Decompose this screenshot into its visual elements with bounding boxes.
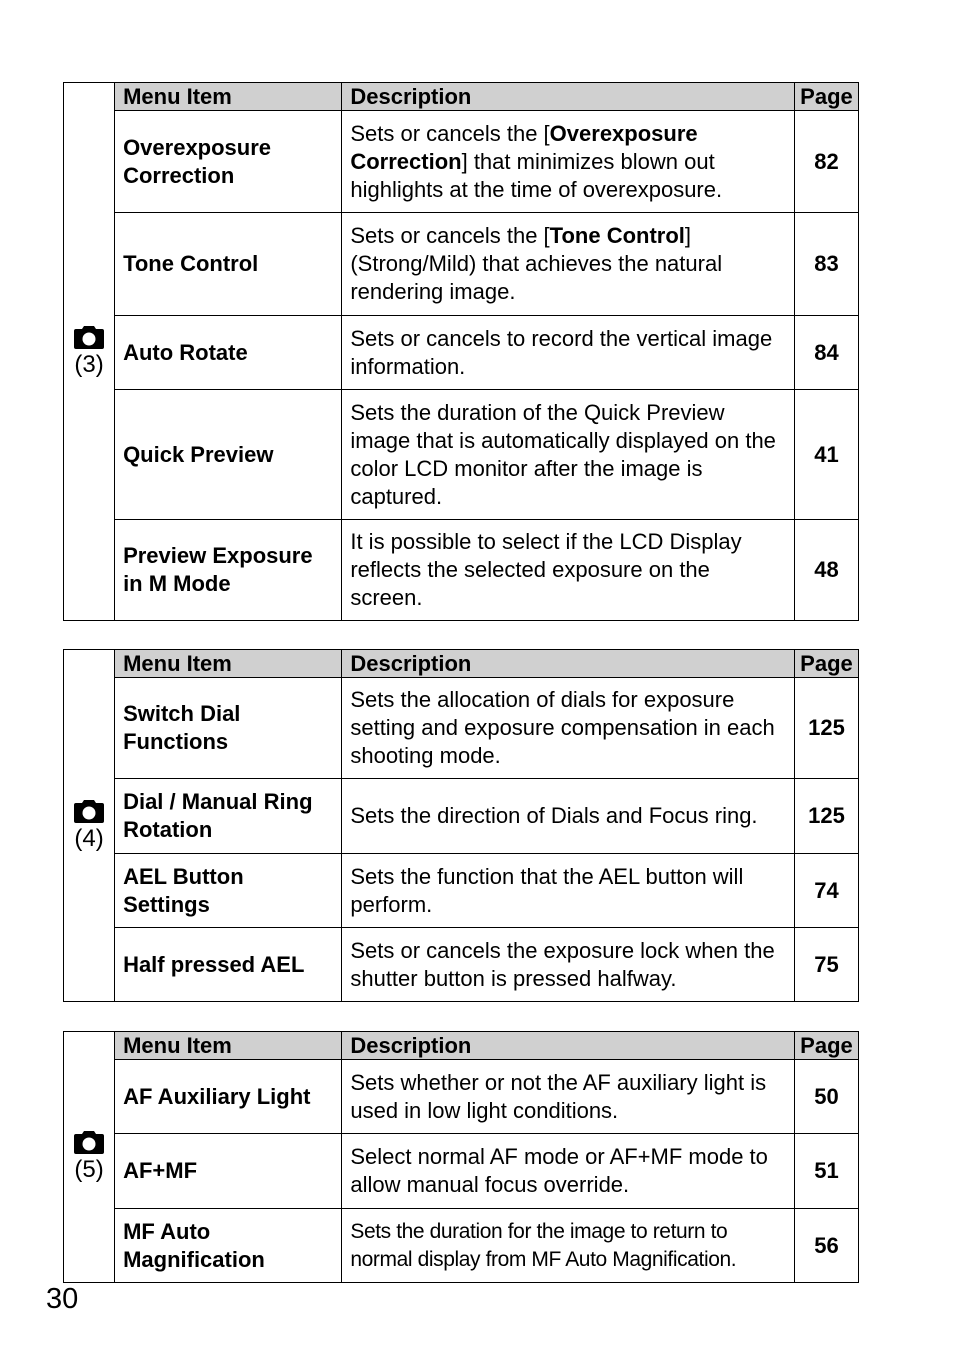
column-header-page: Page xyxy=(793,1031,860,1060)
column-header-menu-item: Menu Item xyxy=(114,82,343,111)
column-header-description: Description xyxy=(341,82,795,111)
page-number: 30 xyxy=(46,1283,79,1315)
menu-table-section-3: (3) Menu Item Description Page Overexpos… xyxy=(62,82,860,621)
table-header-row: (4) Menu Item Description Page xyxy=(62,649,860,1002)
table-row: Preview Exposure in M Mode It is possibl… xyxy=(64,519,860,621)
menu-item-name: AF Auxiliary Light xyxy=(114,1059,343,1134)
menu-item-name: Preview Exposure in M Mode xyxy=(114,519,343,621)
menu-item-description: Select normal AF mode or AF+MF mode to a… xyxy=(341,1133,795,1209)
menu-item-description: Sets or cancels the [Tone Control] (Stro… xyxy=(341,212,795,316)
menu-item-description: Sets the duration for the image to retur… xyxy=(341,1208,795,1283)
table-row: Quick Preview Sets the duration of the Q… xyxy=(64,389,860,520)
menu-item-description: Sets the duration of the Quick Preview i… xyxy=(341,389,795,520)
page-reference: 48 xyxy=(793,519,860,621)
page-reference: 75 xyxy=(793,927,860,1002)
section-label-cell: (5) xyxy=(62,1031,116,1283)
menu-item-description: Sets the allocation of dials for exposur… xyxy=(341,677,795,779)
page-reference: 125 xyxy=(793,778,860,854)
menu-table-section-5: (5) Menu Item Description Page AF Auxili… xyxy=(62,1031,860,1283)
menu-item-name: MF Auto Magnification xyxy=(114,1208,343,1283)
menu-item-name: Quick Preview xyxy=(114,389,343,520)
menu-item-description: Sets or cancels to record the vertical i… xyxy=(341,315,795,390)
page-reference: 125 xyxy=(793,677,860,779)
column-header-page: Page xyxy=(793,82,860,111)
menu-item-name: AF+MF xyxy=(114,1133,343,1209)
column-header-page: Page xyxy=(793,649,860,678)
menu-item-description: Sets the function that the AEL button wi… xyxy=(341,853,795,928)
page-reference: 83 xyxy=(793,212,860,316)
table-row: AEL Button Settings Sets the function th… xyxy=(64,853,860,928)
menu-table-section-4: (4) Menu Item Description Page Switch Di… xyxy=(62,649,860,1002)
table-row: Switch Dial Functions Sets the allocatio… xyxy=(64,677,860,779)
page-reference: 41 xyxy=(793,389,860,520)
page-reference: 82 xyxy=(793,110,860,213)
menu-item-name: Overexposure Correction xyxy=(114,110,343,213)
menu-item-name: AEL Button Settings xyxy=(114,853,343,928)
menu-item-description: Sets the direction of Dials and Focus ri… xyxy=(341,778,795,854)
table-row: AF+MF Select normal AF mode or AF+MF mod… xyxy=(64,1133,860,1209)
table-row: Overexposure Correction Sets or cancels … xyxy=(64,110,860,213)
page-reference: 56 xyxy=(793,1208,860,1283)
menu-item-description: Sets or cancels the exposure lock when t… xyxy=(341,927,795,1002)
menu-item-name: Dial / Manual Ring Rotation xyxy=(114,778,343,854)
menu-item-name: Auto Rotate xyxy=(114,315,343,390)
menu-item-description: It is possible to select if the LCD Disp… xyxy=(341,519,795,621)
table-row: Tone Control Sets or cancels the [Tone C… xyxy=(64,212,860,316)
section-number: (3) xyxy=(74,350,104,378)
menu-item-name: Half pressed AEL xyxy=(114,927,343,1002)
camera-icon xyxy=(74,1131,105,1154)
page-reference: 51 xyxy=(793,1133,860,1209)
section-label-cell: (3) xyxy=(62,82,116,621)
menu-item-description: Sets or cancels the [Overexposure Correc… xyxy=(341,110,795,213)
table-row: AF Auxiliary Light Sets whether or not t… xyxy=(64,1059,860,1134)
table-row: Auto Rotate Sets or cancels to record th… xyxy=(64,315,860,390)
column-header-description: Description xyxy=(341,649,795,678)
menu-item-name: Switch Dial Functions xyxy=(114,677,343,779)
table-row: Dial / Manual Ring Rotation Sets the dir… xyxy=(64,778,860,854)
camera-icon xyxy=(74,799,105,823)
table-header-row: (3) Menu Item Description Page xyxy=(62,82,860,621)
section-number: (4) xyxy=(74,824,104,852)
page-reference: 84 xyxy=(793,315,860,390)
menu-item-description: Sets whether or not the AF auxiliary lig… xyxy=(341,1059,795,1134)
column-header-menu-item: Menu Item xyxy=(114,1031,343,1060)
page-reference: 74 xyxy=(793,853,860,928)
section-label-cell: (4) xyxy=(62,649,116,1002)
camera-icon xyxy=(74,325,105,349)
column-header-menu-item: Menu Item xyxy=(114,649,343,678)
menu-item-name: Tone Control xyxy=(114,212,343,316)
table-row: MF Auto Magnification Sets the duration … xyxy=(64,1208,860,1283)
section-number: (5) xyxy=(74,1156,104,1183)
page-reference: 50 xyxy=(793,1059,860,1134)
column-header-description: Description xyxy=(341,1031,795,1060)
table-header-row: (5) Menu Item Description Page xyxy=(62,1031,860,1283)
table-row: Half pressed AEL Sets or cancels the exp… xyxy=(64,927,860,1002)
